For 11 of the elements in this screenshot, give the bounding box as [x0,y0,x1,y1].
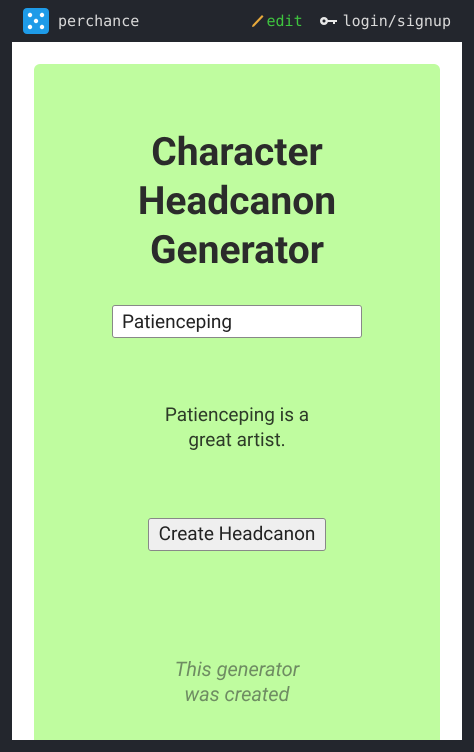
edit-link[interactable]: edit [266,10,303,32]
site-name[interactable]: perchance [58,10,140,32]
generator-title: Character Headcanon Generator [136,128,338,275]
login-link[interactable]: login/signup [342,10,451,32]
creator-note: This generator was created [174,657,300,707]
dice-icon[interactable] [23,8,49,34]
headcanon-text: Patienceping is a great artist. [164,402,310,452]
key-icon [318,16,337,26]
create-headcanon-button[interactable]: Create Headcanon [148,518,326,551]
name-input-field[interactable]: Patienceping [112,305,362,338]
pencil-icon [250,14,264,28]
